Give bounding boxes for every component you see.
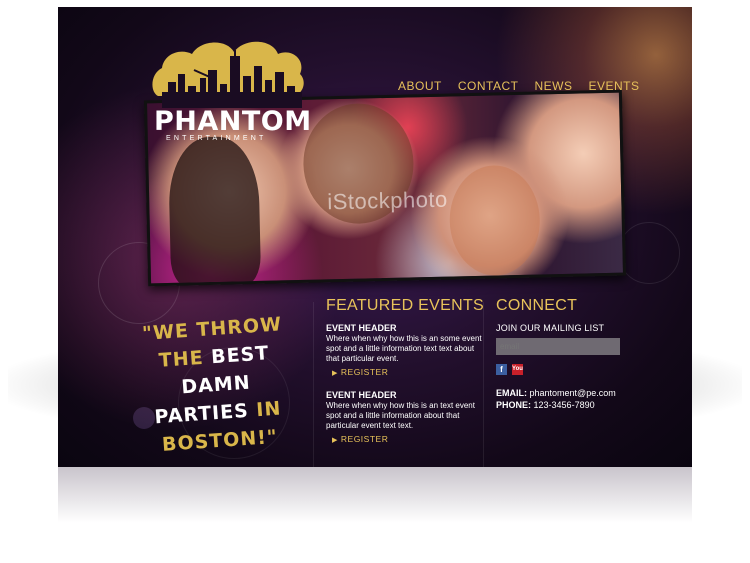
email-value[interactable]: phantoment@pe.com xyxy=(530,388,616,398)
bokeh-circle xyxy=(618,222,680,284)
quote-word: IN xyxy=(255,397,283,422)
tagline-quote: "WE THROW THE BEST DAMN PARTIES IN BOSTO… xyxy=(121,309,310,461)
event-item: EVENT HEADER Where when why how this is … xyxy=(326,323,486,377)
nav-contact[interactable]: CONTACT xyxy=(458,79,519,93)
photo-figure xyxy=(167,135,262,287)
featured-events: FEATURED EVENTS EVENT HEADER Where when … xyxy=(326,297,486,457)
quote-word: THE xyxy=(158,346,205,372)
mockup-reflection xyxy=(58,467,692,547)
nav-news[interactable]: NEWS xyxy=(534,79,572,93)
event-description: Where when why how this is an some event… xyxy=(326,334,482,363)
main-nav: ABOUT CONTACT NEWS EVENTS xyxy=(398,79,655,93)
photo-figure xyxy=(448,164,542,277)
register-link[interactable]: ▶ REGISTER xyxy=(332,434,486,444)
connect-heading: CONNECT xyxy=(496,297,578,314)
nav-about[interactable]: ABOUT xyxy=(398,79,442,93)
event-title: EVENT HEADER xyxy=(326,323,397,333)
social-links: f You xyxy=(496,364,646,375)
arrow-right-icon: ▶ xyxy=(332,370,338,377)
youtube-icon[interactable]: You xyxy=(512,364,523,375)
nav-events[interactable]: EVENTS xyxy=(588,79,639,93)
column-divider xyxy=(313,302,314,467)
event-description: Where when why how this is an text event… xyxy=(326,401,475,430)
connect-section: CONNECT JOIN OUR MAILING LIST f You EMAI… xyxy=(496,297,646,412)
email-input[interactable] xyxy=(496,338,620,355)
email-label: EMAIL: xyxy=(496,388,527,398)
register-label: REGISTER xyxy=(340,367,389,377)
quote-word: PARTIES xyxy=(153,399,250,429)
featured-events-heading: FEATURED EVENTS xyxy=(326,297,484,314)
event-item: EVENT HEADER Where when why how this is … xyxy=(326,390,486,444)
phone-label: PHONE: xyxy=(496,400,532,410)
logo-wordmark: PHANTOM xyxy=(154,106,312,137)
register-label: REGISTER xyxy=(340,434,389,444)
photo-watermark: iStockphoto xyxy=(327,186,449,215)
facebook-icon[interactable]: f xyxy=(496,364,507,375)
phantom-logo[interactable]: PHANTOM ENTERTAINMENT xyxy=(148,34,312,144)
arrow-right-icon: ▶ xyxy=(332,437,338,444)
contact-email: EMAIL: phantoment@pe.com xyxy=(496,388,646,398)
phone-value: 123-3456-7890 xyxy=(533,400,595,410)
mailing-list-label: JOIN OUR MAILING LIST xyxy=(496,323,605,333)
city-skyline-icon xyxy=(152,41,304,108)
site-mockup: iStockphoto PHANTOM ENTERTAINMENT ABOUT … xyxy=(58,7,692,467)
logo-subtitle: ENTERTAINMENT xyxy=(166,135,267,142)
contact-phone: PHONE: 123-3456-7890 xyxy=(496,400,646,410)
register-link[interactable]: ▶ REGISTER xyxy=(332,367,486,377)
event-title: EVENT HEADER xyxy=(326,390,397,400)
